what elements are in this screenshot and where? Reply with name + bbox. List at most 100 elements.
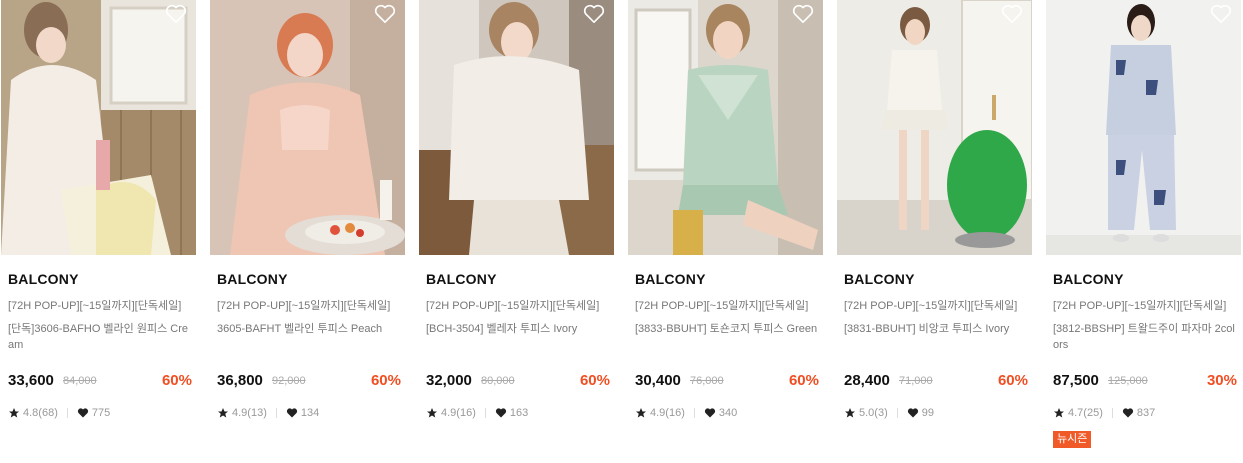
likes-count: 99 [921,407,934,419]
promo-text: [72H POP-UP][~15일까지][단독세일] [217,300,391,312]
heart-filled-icon [907,407,919,419]
rating-text: 4.7(25) [1068,407,1103,419]
product-image[interactable] [628,0,823,255]
heart-outline-icon [374,4,396,23]
product-image[interactable] [1046,0,1241,255]
wishlist-button[interactable] [1001,4,1023,24]
star-icon [426,407,438,419]
heart-outline-icon [792,4,814,23]
product-card[interactable]: BALCONY [72H POP-UP][~15일까지][단독세일] [3833… [628,0,823,463]
product-photo [419,0,614,255]
rating-text: 4.8(68) [23,407,58,419]
original-price: 125,000 [1108,375,1148,387]
likes-count: 775 [91,407,111,419]
promo-text: [72H POP-UP][~15일까지][단독세일] [844,300,1018,312]
product-grid: BALCONY [72H POP-UP][~15일까지][단독세일] [단독]3… [0,0,1243,463]
rating-text: 4.9(16) [441,407,476,419]
product-card[interactable]: BALCONY [72H POP-UP][~15일까지][단독세일] [3812… [1046,0,1241,463]
product-name[interactable]: [3831-BBUHT] 비앙코 투피스 Ivory [844,321,1029,337]
product-stats: 4.9(16) 340 [635,406,737,420]
product-card[interactable]: BALCONY [72H POP-UP][~15일까지][단독세일] [3831… [837,0,1032,463]
product-name[interactable]: 3605-BAFHT 벨라인 투피스 Peach [217,321,402,337]
product-photo [628,0,823,255]
brand-name[interactable]: BALCONY [635,271,706,287]
divider [693,408,695,418]
product-image[interactable] [1,0,196,255]
promo-text: [72H POP-UP][~15일까지][단독세일] [1053,300,1227,312]
product-stats: 4.8(68) 775 [8,406,110,420]
brand-name[interactable]: BALCONY [1053,271,1124,287]
divider [66,408,68,418]
original-price: 80,000 [481,375,515,387]
product-stats: 4.9(16) 163 [426,406,528,420]
sale-price: 36,800 [217,372,263,389]
new-season-badge: 뉴시즌 [1053,431,1092,448]
rating-text: 5.0(3) [859,407,888,419]
brand-name[interactable]: BALCONY [217,271,288,287]
discount-rate: 60% [370,372,401,389]
promo-text: [72H POP-UP][~15일까지][단독세일] [8,300,182,312]
discount-rate: 60% [997,372,1028,389]
wishlist-button[interactable] [792,4,814,24]
divider [484,408,486,418]
sale-price: 87,500 [1053,372,1099,389]
product-name[interactable]: [단독]3606-BAFHO 벨라인 원피스 Cream [8,321,193,353]
product-card[interactable]: BALCONY [72H POP-UP][~15일까지][단독세일] [단독]3… [1,0,196,463]
heart-filled-icon [495,407,507,419]
star-icon [217,407,229,419]
product-photo [1046,0,1241,255]
promo-text: [72H POP-UP][~15일까지][단독세일] [426,300,600,312]
wishlist-button[interactable] [374,4,396,24]
product-stats: 5.0(3) 99 [844,406,934,420]
product-image[interactable] [210,0,405,255]
product-card[interactable]: BALCONY [72H POP-UP][~15일까지][단독세일] [BCH-… [419,0,614,463]
brand-name[interactable]: BALCONY [8,271,79,287]
original-price: 76,000 [690,375,724,387]
product-name[interactable]: [3833-BBUHT] 토숀코지 투피스 Green [635,321,820,337]
likes-count: 163 [509,407,529,419]
original-price: 84,000 [63,375,97,387]
divider [1111,408,1113,418]
divider [896,408,898,418]
heart-outline-icon [1001,4,1023,23]
sale-price: 33,600 [8,372,54,389]
heart-filled-icon [1122,407,1134,419]
wishlist-button[interactable] [583,4,605,24]
product-stats: 4.7(25) 837 [1053,406,1155,420]
product-name[interactable]: [BCH-3504] 벨레자 투피스 Ivory [426,321,611,337]
wishlist-button[interactable] [1210,4,1232,24]
product-photo [1,0,196,255]
discount-rate: 60% [161,372,192,389]
divider [275,408,277,418]
original-price: 92,000 [272,375,306,387]
discount-rate: 60% [788,372,819,389]
product-stats: 4.9(13) 134 [217,406,319,420]
promo-text: [72H POP-UP][~15일까지][단독세일] [635,300,809,312]
star-icon [1053,407,1065,419]
heart-filled-icon [77,407,89,419]
heart-outline-icon [1210,4,1232,23]
heart-outline-icon [583,4,605,23]
likes-count: 134 [300,407,320,419]
heart-filled-icon [286,407,298,419]
discount-rate: 30% [1206,372,1237,389]
brand-name[interactable]: BALCONY [844,271,915,287]
likes-count: 340 [718,407,738,419]
product-image[interactable] [837,0,1032,255]
likes-count: 837 [1136,407,1156,419]
product-name[interactable]: [3812-BBSHP] 트왈드주이 파자마 2colors [1053,321,1238,353]
rating-text: 4.9(16) [650,407,685,419]
sale-price: 30,400 [635,372,681,389]
sale-price: 32,000 [426,372,472,389]
product-photo [210,0,405,255]
sale-price: 28,400 [844,372,890,389]
star-icon [844,407,856,419]
product-photo [837,0,1032,255]
product-card[interactable]: BALCONY [72H POP-UP][~15일까지][단독세일] 3605-… [210,0,405,463]
wishlist-button[interactable] [165,4,187,24]
rating-text: 4.9(13) [232,407,267,419]
brand-name[interactable]: BALCONY [426,271,497,287]
product-image[interactable] [419,0,614,255]
star-icon [635,407,647,419]
star-icon [8,407,20,419]
